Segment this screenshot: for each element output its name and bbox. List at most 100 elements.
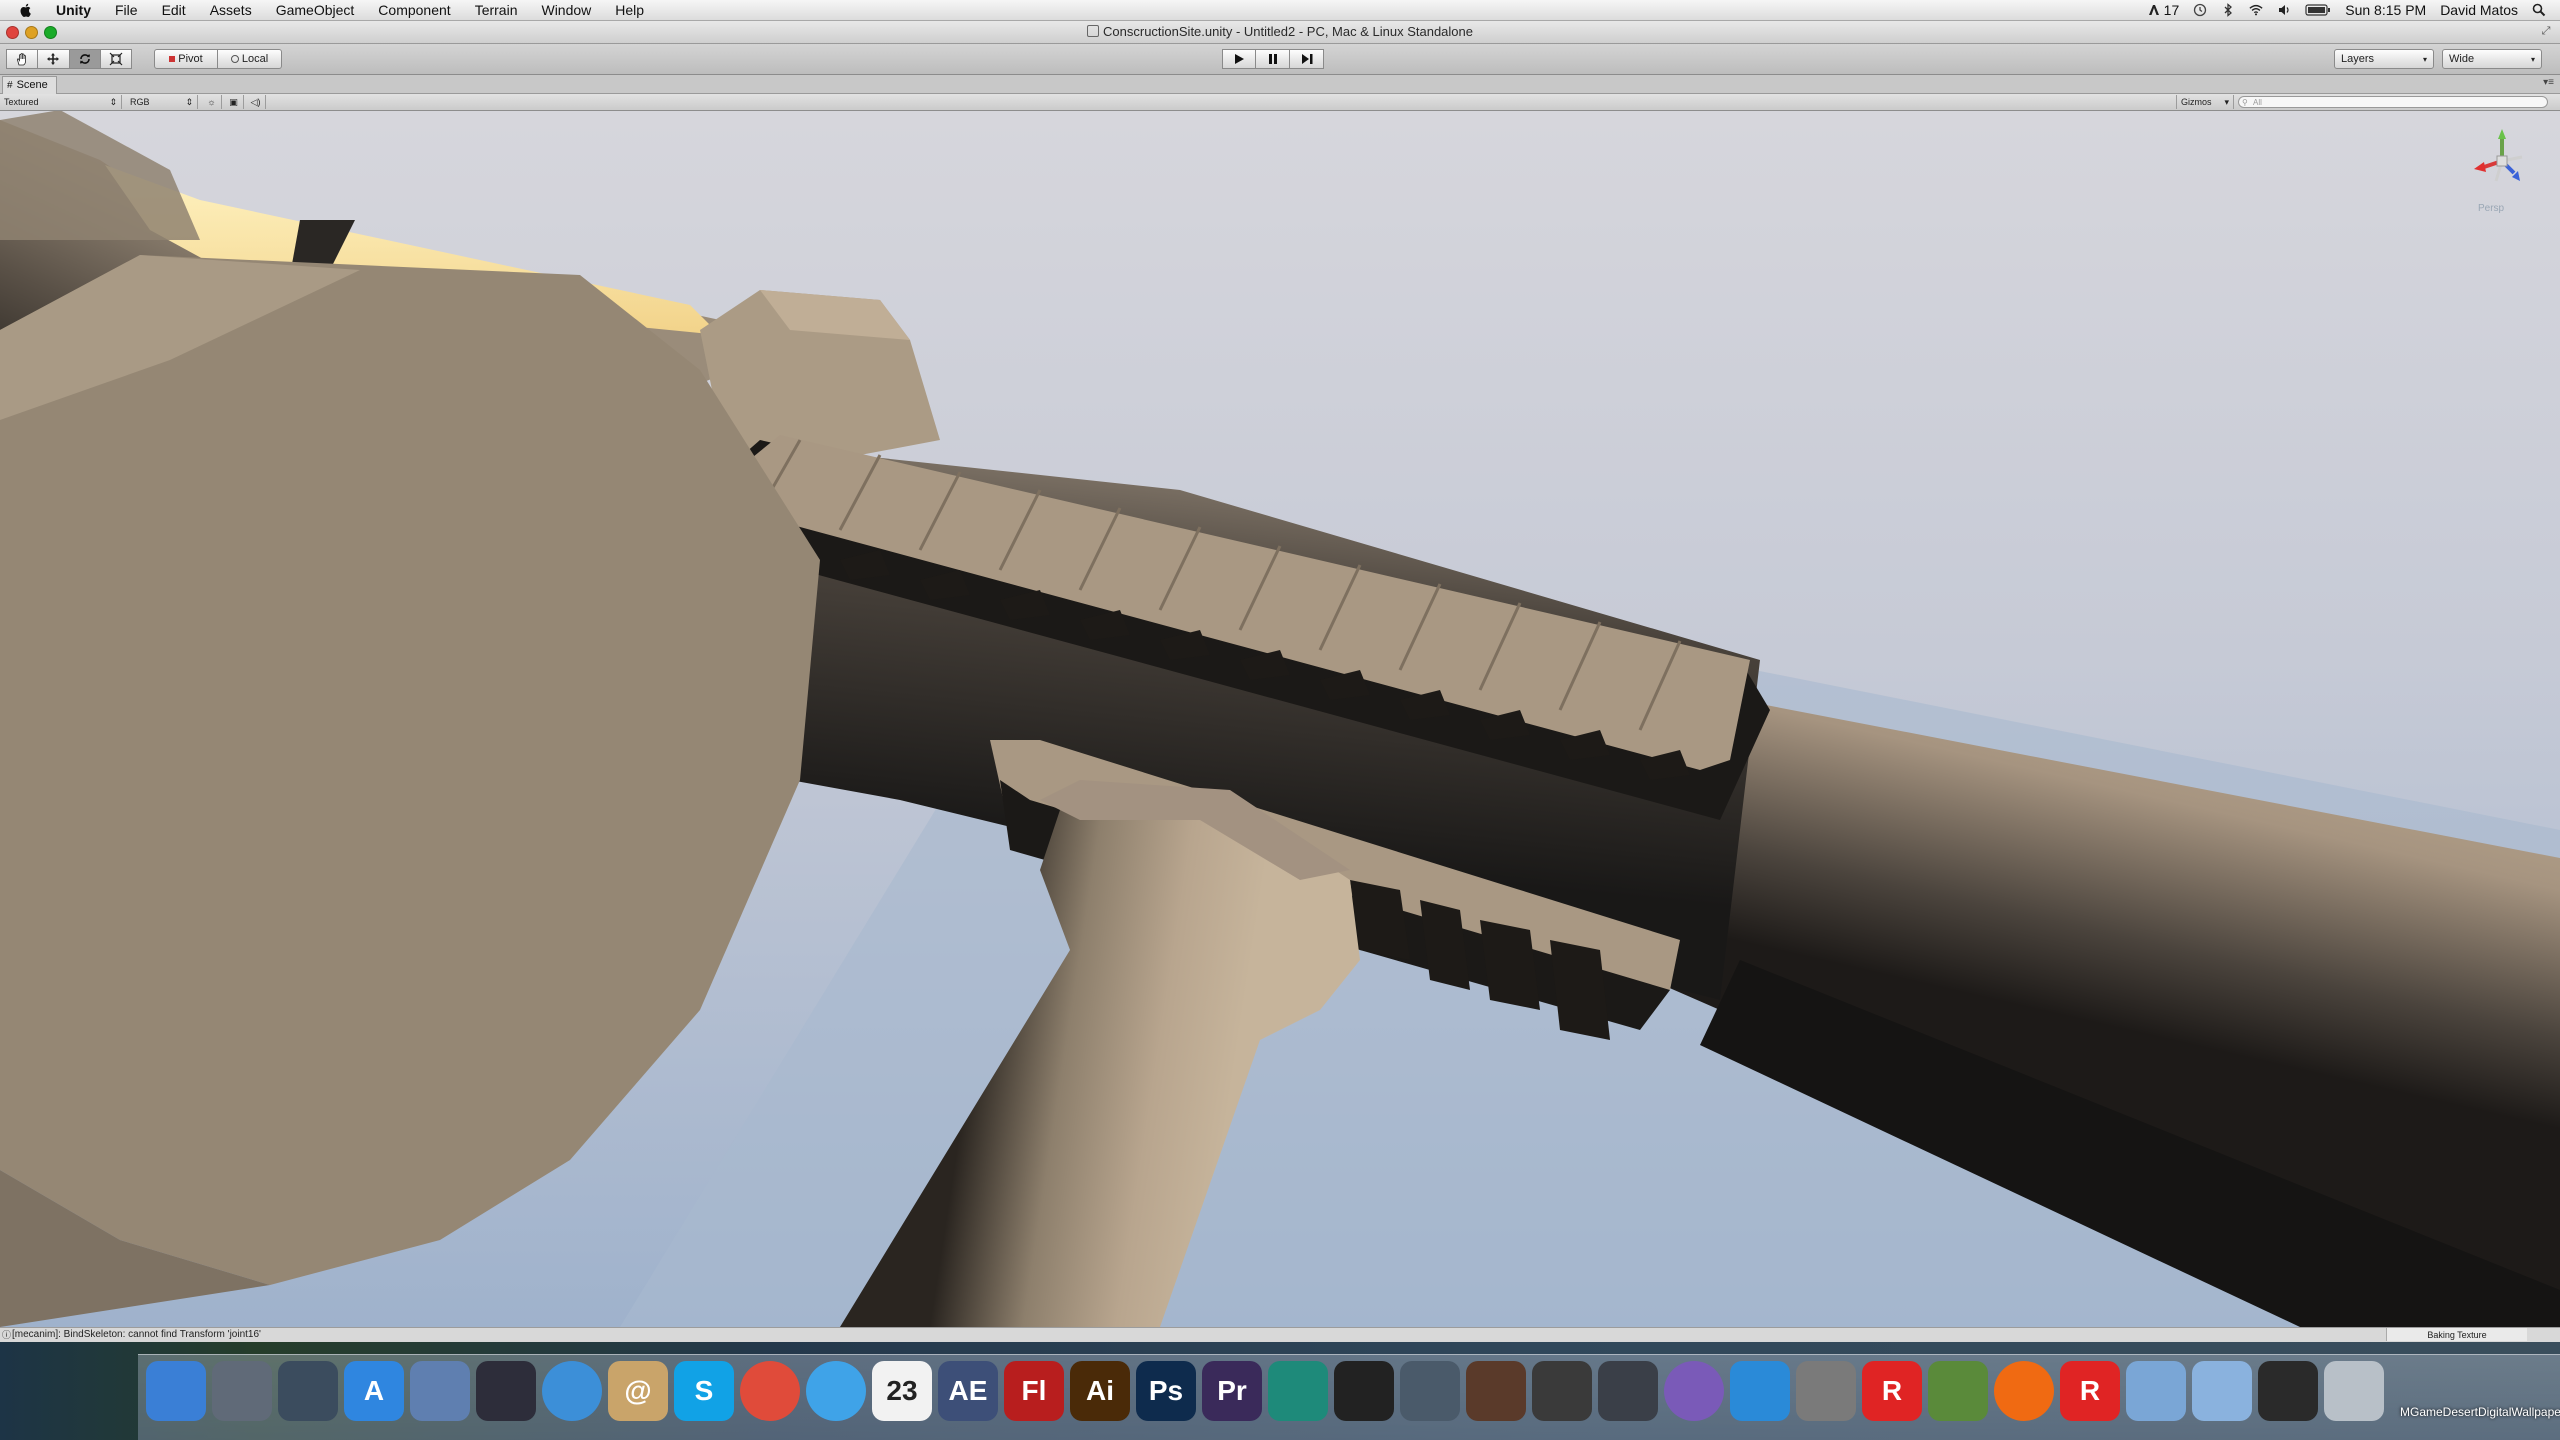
dock-steam-icon[interactable] xyxy=(1598,1361,1658,1421)
menu-edit[interactable]: Edit xyxy=(150,0,198,20)
time-machine-icon[interactable] xyxy=(2193,3,2207,17)
rotate-tool-button[interactable] xyxy=(69,50,101,68)
dock-roblox-studio-icon[interactable]: R xyxy=(2060,1361,2120,1421)
draw-mode-dropdown[interactable]: Textured ⇕ xyxy=(0,95,122,109)
dock-roblox-icon[interactable]: R xyxy=(1862,1361,1922,1421)
move-tool-button[interactable] xyxy=(38,50,70,68)
dock-origin-icon[interactable] xyxy=(1994,1361,2054,1421)
dock-safari-icon[interactable] xyxy=(542,1361,602,1421)
scene-overlay-toggle[interactable]: ▣ xyxy=(224,95,244,109)
dock-app-store-icon[interactable]: A xyxy=(344,1361,404,1421)
dock-flash-icon[interactable]: Fl xyxy=(1004,1361,1064,1421)
menu-help[interactable]: Help xyxy=(603,0,656,20)
rotate-icon xyxy=(79,54,90,64)
scene-view-toolbar: Textured ⇕ RGB ⇕ ☼ ▣ ◁) Gizmos ▾ ⚲ All xyxy=(0,94,2560,111)
dock-icon-label: @ xyxy=(624,1375,652,1406)
scene-tab-label: Scene xyxy=(16,79,48,91)
menu-terrain[interactable]: Terrain xyxy=(463,0,530,20)
dock-documents-folder-icon[interactable] xyxy=(2192,1361,2252,1421)
pivot-toggle[interactable]: Pivot xyxy=(154,49,218,69)
layers-dropdown[interactable]: Layers ▾ xyxy=(2334,49,2434,69)
dock-applications-folder-icon[interactable] xyxy=(2126,1361,2186,1421)
dock-mission-control-icon[interactable] xyxy=(278,1361,338,1421)
dock-premiere-icon[interactable]: Pr xyxy=(1202,1361,1262,1421)
dock-pencil-app-icon[interactable] xyxy=(476,1361,536,1421)
zoom-window-button[interactable] xyxy=(44,26,57,39)
spotlight-search-icon[interactable] xyxy=(2532,3,2546,17)
local-toggle[interactable]: Local xyxy=(218,49,282,69)
dock-minecraft-icon[interactable] xyxy=(1928,1361,1988,1421)
menubar-clock[interactable]: Sun 8:15 PM xyxy=(2345,2,2426,18)
tab-menu-icon[interactable]: ▾≡ xyxy=(2543,77,2554,88)
dock-system-preferences-icon[interactable] xyxy=(1796,1361,1856,1421)
menu-app-unity[interactable]: Unity xyxy=(44,0,103,20)
menu-gameobject[interactable]: GameObject xyxy=(264,0,367,20)
dock-unity-remote-icon[interactable] xyxy=(1400,1361,1460,1421)
wifi-icon[interactable] xyxy=(2249,3,2263,17)
gizmo-projection-label[interactable]: Persp xyxy=(2478,203,2504,214)
dock-preview-icon[interactable] xyxy=(410,1361,470,1421)
dock-illustrator-icon[interactable]: Ai xyxy=(1070,1361,1130,1421)
apple-menu-icon[interactable] xyxy=(18,2,34,18)
local-icon xyxy=(230,55,239,63)
menu-assets[interactable]: Assets xyxy=(198,0,264,20)
volume-icon[interactable] xyxy=(2277,3,2291,17)
hand-tool-button[interactable] xyxy=(7,50,39,68)
scale-icon xyxy=(109,52,123,66)
scene-viewport[interactable]: Persp xyxy=(0,111,2560,1327)
fullscreen-icon[interactable]: ⤢ xyxy=(2540,25,2552,37)
layout-label: Wide xyxy=(2449,53,2475,65)
layout-dropdown[interactable]: Wide ▾ xyxy=(2442,49,2542,69)
dock-maya-icon[interactable] xyxy=(1268,1361,1328,1421)
chevron-updown-icon: ⇕ xyxy=(185,97,193,107)
minimize-window-button[interactable] xyxy=(25,26,38,39)
menu-component[interactable]: Component xyxy=(366,0,462,20)
dock-photoshop-icon[interactable]: Ps xyxy=(1136,1361,1196,1421)
dock-calendar-icon[interactable]: 23 xyxy=(872,1361,932,1421)
dock-chrome-icon[interactable] xyxy=(740,1361,800,1421)
window-controls xyxy=(6,26,57,39)
scene-search-input[interactable]: ⚲ All xyxy=(2238,96,2548,108)
scale-tool-button[interactable] xyxy=(101,50,131,68)
orientation-gizmo[interactable] xyxy=(2462,121,2542,201)
speaker-icon: ◁) xyxy=(250,97,261,107)
draw-mode-label: Textured xyxy=(4,97,39,107)
scene-render xyxy=(0,111,2560,1327)
mac-dock: A @ S 23 AE Fl Ai Ps Pr R R xyxy=(138,1354,2560,1440)
tab-scene[interactable]: # Scene xyxy=(2,76,57,94)
scene-audio-toggle[interactable]: ◁) xyxy=(246,95,266,109)
render-mode-dropdown[interactable]: RGB ⇕ xyxy=(126,95,198,109)
dock-trash-icon[interactable] xyxy=(2324,1361,2384,1421)
dock-itunes-icon[interactable] xyxy=(806,1361,866,1421)
dock-music-folder-icon[interactable] xyxy=(2258,1361,2318,1421)
dock-imovie-icon[interactable] xyxy=(1532,1361,1592,1421)
dock-sphere-app-icon[interactable] xyxy=(1664,1361,1724,1421)
dock-finder-icon[interactable] xyxy=(146,1361,206,1421)
pause-button[interactable] xyxy=(1256,49,1290,69)
window-titlebar: ConscructionSite.unity - Untitled2 - PC,… xyxy=(0,21,2560,44)
menubar-user[interactable]: David Matos xyxy=(2440,2,2518,18)
unity-scene-file-icon xyxy=(1087,25,1100,37)
scene-lighting-toggle[interactable]: ☼ xyxy=(202,95,222,109)
bluetooth-icon[interactable] xyxy=(2221,3,2235,17)
dock-launchpad-icon[interactable] xyxy=(212,1361,272,1421)
dock-skype-icon[interactable]: S xyxy=(674,1361,734,1421)
play-button[interactable] xyxy=(1222,49,1256,69)
chevron-down-icon: ▾ xyxy=(2530,54,2535,64)
desktop-file-label[interactable]: MGameDesertDigitalWallpaper.jpg xyxy=(2400,1406,2560,1418)
gizmos-dropdown[interactable]: Gizmos ▾ xyxy=(2176,95,2234,109)
baking-progress: Baking Texture xyxy=(2386,1328,2527,1341)
menu-file[interactable]: File xyxy=(103,0,150,20)
battery-icon[interactable] xyxy=(2305,4,2331,16)
adobe-status-item[interactable]: 17 xyxy=(2147,2,2179,18)
dock-contacts-icon[interactable]: @ xyxy=(608,1361,668,1421)
step-icon xyxy=(1301,54,1312,64)
dock-garageband-icon[interactable] xyxy=(1466,1361,1526,1421)
step-button[interactable] xyxy=(1290,49,1324,69)
dock-unity-icon[interactable] xyxy=(1334,1361,1394,1421)
menu-window[interactable]: Window xyxy=(529,0,603,20)
close-window-button[interactable] xyxy=(6,26,19,39)
dock-after-effects-icon[interactable]: AE xyxy=(938,1361,998,1421)
console-message[interactable]: [mecanim]: BindSkeleton: cannot find Tra… xyxy=(12,1328,261,1342)
dock-snowflake-app-icon[interactable] xyxy=(1730,1361,1790,1421)
